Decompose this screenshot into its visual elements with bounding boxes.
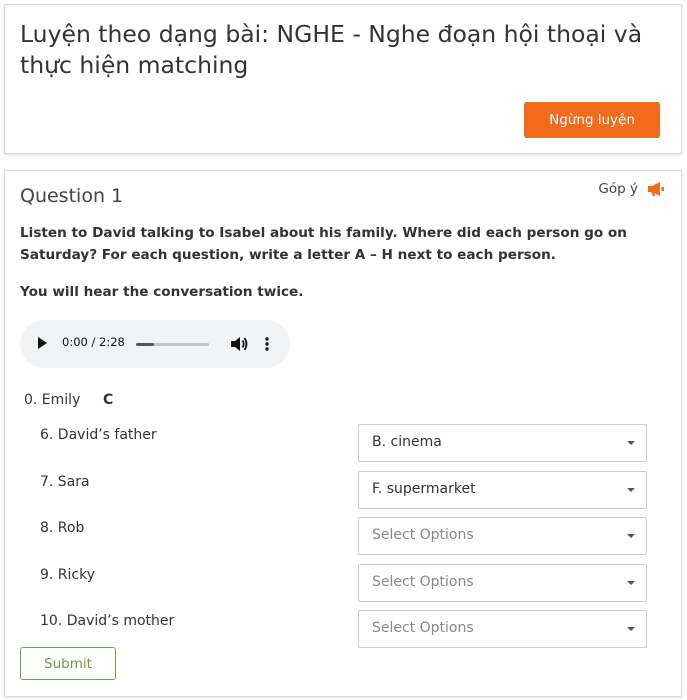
question-instruction-2: You will hear the conversation twice.: [20, 284, 304, 300]
answer-select[interactable]: B. cinema: [358, 424, 647, 462]
audio-time: 0:00 / 2:28: [62, 335, 125, 349]
answer-select[interactable]: Select Options: [358, 517, 647, 555]
submit-button[interactable]: Submit: [20, 647, 116, 680]
select-value: B. cinema: [372, 434, 442, 450]
caret-down-icon: [627, 441, 635, 445]
question-title: Question 1: [20, 185, 124, 207]
item-label: 7. Sara: [40, 474, 90, 490]
select-placeholder: Select Options: [372, 620, 474, 636]
item-label: 8. Rob: [40, 520, 85, 536]
example-item: 0. Emily C: [24, 392, 113, 408]
example-label: 0. Emily: [24, 392, 81, 408]
stop-practice-button[interactable]: Ngừng luyện: [524, 102, 660, 138]
answer-select[interactable]: Select Options: [358, 564, 647, 602]
play-icon[interactable]: [38, 337, 47, 349]
question-instruction: Listen to David talking to Isabel about …: [20, 225, 627, 263]
caret-down-icon: [627, 581, 635, 585]
audio-player[interactable]: 0:00 / 2:28: [20, 320, 290, 368]
audio-progress-bar[interactable]: [136, 343, 209, 346]
item-label: 6. David’s father: [40, 427, 157, 443]
caret-down-icon: [627, 627, 635, 631]
feedback-button[interactable]: Góp ý: [598, 181, 665, 197]
megaphone-icon: [648, 182, 664, 196]
page-title: Luyện theo dạng bài: NGHE - Nghe đoạn hộ…: [20, 20, 643, 79]
select-placeholder: Select Options: [372, 574, 474, 590]
more-vertical-icon[interactable]: [264, 336, 270, 352]
caret-down-icon: [627, 488, 635, 492]
header-card: Luyện theo dạng bài: NGHE - Nghe đoạn hộ…: [4, 4, 682, 154]
answer-select[interactable]: Select Options: [358, 610, 647, 648]
question-card: Question 1 Góp ý Listen to David talking…: [4, 170, 682, 697]
item-label: 10. David’s mother: [40, 613, 175, 629]
caret-down-icon: [627, 534, 635, 538]
select-value: F. supermarket: [372, 481, 476, 497]
item-label: 9. Ricky: [40, 567, 96, 583]
volume-icon[interactable]: [230, 336, 248, 352]
audio-progress-fill: [136, 343, 154, 346]
answer-select[interactable]: F. supermarket: [358, 471, 647, 509]
select-placeholder: Select Options: [372, 527, 474, 543]
feedback-label: Góp ý: [598, 181, 638, 197]
example-answer: C: [103, 392, 114, 408]
